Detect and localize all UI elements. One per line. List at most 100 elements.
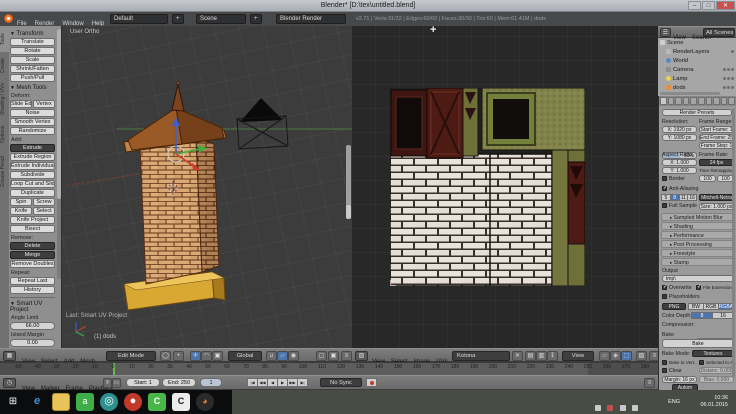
tray-icons[interactable] bbox=[595, 398, 640, 414]
render-presets-select[interactable]: Render Presets bbox=[662, 109, 732, 116]
file-extensions-checkbox[interactable]: File Extensions bbox=[696, 285, 734, 290]
red-app-icon[interactable]: ● bbox=[124, 393, 142, 411]
outliner-row-dods[interactable]: dods bbox=[658, 83, 736, 92]
jump-to-end-button[interactable] bbox=[297, 378, 308, 387]
placeholders-checkbox[interactable]: Placeholders bbox=[662, 294, 700, 300]
camera-toggles[interactable] bbox=[723, 68, 734, 71]
bake-panel-header[interactable]: Bake bbox=[662, 332, 674, 338]
tool-button[interactable]: Rotate bbox=[10, 47, 55, 55]
end-frame-pill[interactable]: End: 250 bbox=[162, 378, 196, 387]
uv-select-mode-icon[interactable]: ◈ bbox=[610, 351, 621, 361]
manipulator-scale-icon[interactable]: ▣ bbox=[212, 351, 223, 361]
panel-header[interactable]: Shading bbox=[661, 222, 734, 230]
tab-create[interactable]: Create bbox=[0, 52, 9, 78]
tray-up-icon[interactable] bbox=[595, 405, 601, 411]
image-new-icon[interactable]: ▤ bbox=[525, 351, 536, 361]
tool-button[interactable]: Randomize bbox=[10, 127, 55, 135]
screw-button[interactable]: Screw bbox=[33, 198, 55, 206]
tab-world-icon[interactable] bbox=[683, 97, 690, 105]
tower-object[interactable] bbox=[124, 82, 226, 311]
tool-button[interactable]: Repeat Last bbox=[10, 277, 55, 285]
image-datablock-select[interactable]: Kotona bbox=[452, 351, 510, 361]
header-collapse-icon[interactable]: ≡ bbox=[341, 351, 352, 361]
bake-button[interactable]: Bake bbox=[662, 339, 734, 348]
lamp-toggles[interactable] bbox=[723, 77, 734, 80]
timeline-lock-icon[interactable]: ▭ bbox=[112, 378, 121, 388]
fps-select[interactable]: 24 fps bbox=[699, 159, 734, 166]
aa-filter-select[interactable]: Mitchell-Netra bbox=[699, 194, 734, 201]
border-checkbox[interactable]: Border bbox=[662, 176, 685, 182]
tab-render-icon[interactable] bbox=[660, 97, 667, 105]
editor-type-3d-icon[interactable]: ▦ bbox=[3, 351, 16, 361]
island-margin-field[interactable]: 0.00 bbox=[10, 339, 55, 347]
record-button[interactable] bbox=[366, 378, 377, 387]
pivot-point-icon[interactable]: • bbox=[173, 351, 184, 361]
tool-button[interactable]: Subdivide bbox=[10, 171, 55, 179]
uv-paint-icon[interactable]: ▨ bbox=[636, 351, 647, 361]
orientation-select[interactable]: Global bbox=[228, 351, 262, 361]
tab-scene-icon[interactable] bbox=[675, 97, 682, 105]
output-path-field[interactable]: tmp\ bbox=[662, 275, 734, 282]
vertex-slide-button[interactable]: Vertex bbox=[33, 100, 55, 108]
tool-button[interactable]: Scale bbox=[10, 56, 55, 64]
aa-size-field[interactable]: Size: 1.000 px bbox=[699, 203, 734, 210]
capture-app-icon[interactable]: C bbox=[172, 393, 190, 411]
mode-select[interactable]: Edit Mode bbox=[106, 351, 156, 361]
file-format-select[interactable]: PNG bbox=[662, 303, 686, 310]
color-depth-segment[interactable]: 816 bbox=[692, 312, 734, 319]
render-opengl-icon[interactable]: ▢ bbox=[316, 351, 327, 361]
panel-smart-uv-project[interactable]: Smart UV Project bbox=[10, 301, 55, 313]
knife-button[interactable]: Knife bbox=[10, 207, 32, 215]
outliner-scope-select[interactable]: All Scenes bbox=[703, 28, 735, 37]
start-frame-pill[interactable]: Start: 1 bbox=[126, 378, 160, 387]
timeline-range-icon[interactable]: ⌾ bbox=[103, 378, 112, 388]
sync-select[interactable]: No Sync bbox=[320, 378, 362, 387]
panel-header[interactable]: Performance bbox=[661, 231, 734, 239]
current-frame-field[interactable]: 1 bbox=[200, 378, 222, 387]
tool-button[interactable]: Noise bbox=[10, 109, 55, 117]
output-panel-header[interactable]: Output bbox=[662, 268, 678, 274]
tool-button[interactable]: Duplicate bbox=[10, 189, 55, 197]
proportional-edit-icon[interactable]: ◉ bbox=[288, 351, 299, 361]
blender-taskbar-icon[interactable]: ◕ bbox=[196, 393, 214, 411]
editor-type-uv-icon[interactable]: ▧ bbox=[355, 351, 368, 361]
selected-to-active-checkbox[interactable]: Selected to A... bbox=[699, 360, 736, 365]
channels-segment[interactable]: BWRGB RGBA bbox=[689, 303, 734, 310]
tab-tools[interactable]: Tools bbox=[0, 26, 9, 52]
blender-logo-icon[interactable] bbox=[4, 14, 13, 23]
green-app-icon[interactable]: a bbox=[76, 393, 94, 411]
screen-layout-select[interactable]: Default bbox=[110, 14, 168, 24]
outliner-row-lamp[interactable]: Lamp bbox=[658, 74, 736, 83]
frame-step-field[interactable]: Frame Step: 1 bbox=[699, 142, 734, 149]
tool-button[interactable]: Smooth Vertex bbox=[10, 118, 55, 126]
bake-to-vertex-checkbox[interactable]: Bake to Vert... bbox=[662, 360, 698, 365]
bake-bias-field[interactable]: Bias: 0.000 bbox=[699, 376, 734, 383]
tab-texture-icon[interactable] bbox=[728, 97, 735, 105]
panel-header[interactable]: Stamp bbox=[661, 258, 734, 266]
tool-button[interactable]: Translate bbox=[10, 38, 55, 46]
tool-button[interactable]: Extrude Individual bbox=[10, 162, 55, 170]
tab-render-layers-icon[interactable] bbox=[668, 97, 675, 105]
minimize-button[interactable]: – bbox=[688, 1, 701, 10]
image-unlink-icon[interactable]: ✕ bbox=[512, 351, 523, 361]
file-explorer-icon[interactable] bbox=[52, 393, 70, 411]
resolution-x-field[interactable]: X: 1920 px bbox=[662, 126, 697, 133]
timeline-ruler[interactable]: -50-40-30-20-100102030405060708090100110… bbox=[0, 362, 658, 375]
bake-margin-field[interactable]: Margin: 16 px bbox=[662, 376, 697, 383]
mesh-toggles[interactable] bbox=[723, 86, 734, 89]
anti-aliasing-header[interactable]: Anti-Aliasing bbox=[662, 186, 698, 192]
manipulator-rotate-icon[interactable]: ◠ bbox=[201, 351, 212, 361]
close-button[interactable]: ✕ bbox=[716, 1, 735, 10]
knife-select-button[interactable]: Select bbox=[33, 207, 55, 215]
tool-button[interactable]: Extrude Region bbox=[10, 153, 55, 161]
uv-sync-select-icon[interactable]: ⬚ bbox=[621, 351, 632, 361]
spin-button[interactable]: Spin bbox=[10, 198, 32, 206]
tool-menu-button[interactable]: Merge bbox=[10, 251, 55, 259]
panel-header[interactable]: Freestyle bbox=[661, 249, 734, 257]
viewport-shading-icon[interactable]: ◯ bbox=[160, 351, 171, 361]
render-opengl-anim-icon[interactable]: ▣ bbox=[328, 351, 339, 361]
tab-grease-pencil[interactable]: Grease Pencil bbox=[0, 148, 9, 194]
tool-shelf-scrollbar[interactable] bbox=[57, 29, 61, 279]
aa-samples-segment[interactable]: 58 1116 bbox=[662, 194, 697, 201]
outliner-row-renderlayers[interactable]: RenderLayers bbox=[658, 47, 736, 56]
